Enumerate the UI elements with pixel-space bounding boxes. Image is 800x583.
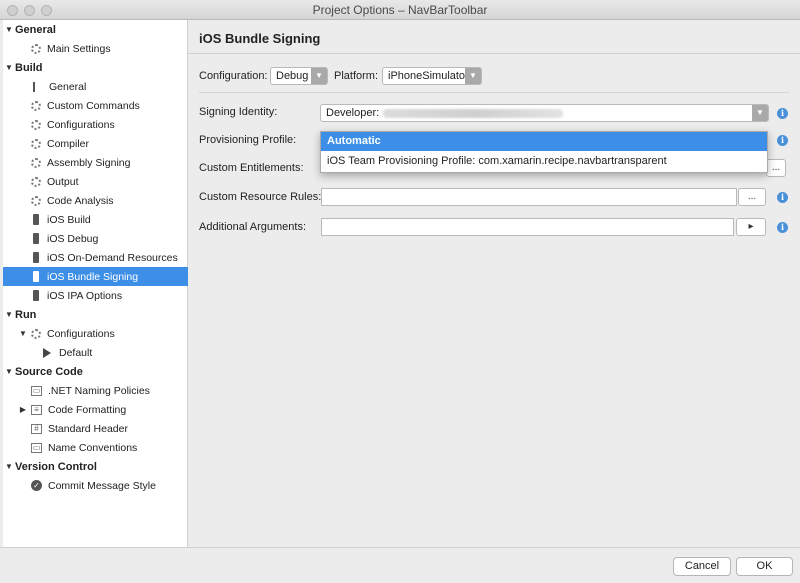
sidebar-item-run-configurations[interactable]: ▼ Configurations <box>3 324 188 343</box>
chevron-down-icon: ▼ <box>311 68 327 84</box>
sidebar-item-ios-ipa-options[interactable]: iOS IPA Options <box>3 286 188 305</box>
additional-arguments-menu-button[interactable]: ▸ <box>736 218 766 236</box>
play-icon <box>43 347 51 358</box>
gear-icon <box>31 176 41 187</box>
sidebar-item-ios-debug[interactable]: iOS Debug <box>3 229 188 248</box>
custom-resource-rules-label: Custom Resource Rules: <box>199 191 322 203</box>
general-icon <box>33 81 41 92</box>
sidebar-item-build-general[interactable]: General <box>3 77 188 96</box>
custom-entitlements-browse-button[interactable]: ... <box>766 159 786 177</box>
expanded-triangle-icon[interactable]: ▼ <box>3 63 15 72</box>
phone-icon <box>33 252 39 263</box>
ok-button[interactable]: OK <box>736 557 793 576</box>
sidebar-item-main-settings[interactable]: Main Settings <box>3 39 188 58</box>
sidebar-item-default[interactable]: Default <box>3 343 188 362</box>
sidebar-item-assembly-signing[interactable]: Assembly Signing <box>3 153 188 172</box>
sidebar-item-net-naming-policies[interactable]: ▭ .NET Naming Policies <box>3 381 188 400</box>
redacted-identity <box>383 108 564 118</box>
additional-arguments-label: Additional Arguments: <box>199 221 307 233</box>
sidebar-header-run[interactable]: ▼ Run <box>3 305 188 324</box>
phone-icon <box>33 214 39 225</box>
sidebar-item-ios-bundle-signing[interactable]: iOS Bundle Signing <box>3 267 188 286</box>
naming-icon: ▭ <box>31 385 42 396</box>
sidebar-item-custom-commands[interactable]: Custom Commands <box>3 96 188 115</box>
phone-icon <box>33 290 39 301</box>
sidebar-item-ios-build[interactable]: iOS Build <box>3 210 188 229</box>
info-icon[interactable]: i <box>777 192 788 203</box>
dialog-footer: Cancel OK <box>0 547 800 583</box>
signing-identity-label: Signing Identity: <box>199 106 278 118</box>
configuration-select[interactable]: Debug ▼ <box>270 67 328 85</box>
info-icon[interactable]: i <box>777 108 788 119</box>
expanded-triangle-icon[interactable]: ▼ <box>3 367 15 376</box>
chevron-down-icon: ▼ <box>752 105 768 121</box>
sidebar-item-code-formatting[interactable]: ▶ ≡ Code Formatting <box>3 400 188 419</box>
phone-icon <box>33 233 39 244</box>
sidebar: ▼ General Main Settings ▼ Build General Cu… <box>3 20 188 547</box>
dropdown-option-automatic[interactable]: Automatic <box>321 132 767 151</box>
sidebar-item-output[interactable]: Output <box>3 172 188 191</box>
configuration-label: Configuration: <box>199 70 268 82</box>
naming-icon: ▭ <box>31 442 42 453</box>
window-title: Project Options – NavBarToolbar <box>312 3 488 17</box>
section-divider <box>199 92 789 93</box>
signing-identity-select[interactable]: Developer: ▼ <box>320 104 769 122</box>
chevron-down-icon: ▼ <box>465 68 481 84</box>
title-divider <box>188 53 800 54</box>
dropdown-option-team-profile[interactable]: iOS Team Provisioning Profile: com.xamar… <box>321 152 767 171</box>
page-title: iOS Bundle Signing <box>199 31 321 46</box>
custom-resource-rules-input[interactable] <box>321 188 737 206</box>
custom-entitlements-label: Custom Entitlements: <box>199 162 304 174</box>
cancel-button[interactable]: Cancel <box>673 557 731 576</box>
expanded-triangle-icon[interactable]: ▼ <box>3 310 15 319</box>
additional-arguments-input[interactable] <box>321 218 734 236</box>
check-icon: ✓ <box>31 480 42 491</box>
hash-icon: # <box>31 423 42 434</box>
info-icon[interactable]: i <box>777 135 788 146</box>
sidebar-header-general[interactable]: ▼ General <box>3 20 188 39</box>
collapsed-triangle-icon[interactable]: ▶ <box>17 405 29 414</box>
custom-resource-rules-browse-button[interactable]: ... <box>738 188 766 206</box>
gear-icon <box>31 119 41 130</box>
title-bar: Project Options – NavBarToolbar <box>0 0 800 20</box>
gear-icon <box>31 328 41 339</box>
sidebar-header-version-control[interactable]: ▼ Version Control <box>3 457 188 476</box>
platform-select[interactable]: iPhoneSimulator ▼ <box>382 67 482 85</box>
info-icon[interactable]: i <box>777 222 788 233</box>
sidebar-header-source-code[interactable]: ▼ Source Code <box>3 362 188 381</box>
main-panel: iOS Bundle Signing Configuration: Debug … <box>188 20 800 547</box>
sidebar-item-name-conventions[interactable]: ▭ Name Conventions <box>3 438 188 457</box>
sidebar-item-ios-on-demand-resources[interactable]: iOS On-Demand Resources <box>3 248 188 267</box>
sidebar-item-standard-header[interactable]: # Standard Header <box>3 419 188 438</box>
sidebar-item-commit-message-style[interactable]: ✓ Commit Message Style <box>3 476 188 495</box>
sidebar-item-compiler[interactable]: Compiler <box>3 134 188 153</box>
gear-icon <box>31 100 41 111</box>
expanded-triangle-icon[interactable]: ▼ <box>3 462 15 471</box>
platform-label: Platform: <box>334 70 379 82</box>
gear-icon <box>31 157 41 168</box>
gear-icon <box>31 43 41 54</box>
gear-icon <box>31 195 41 206</box>
expanded-triangle-icon[interactable]: ▼ <box>3 25 15 34</box>
provisioning-profile-label: Provisioning Profile: <box>199 134 297 146</box>
formatting-icon: ≡ <box>31 404 42 415</box>
phone-icon <box>33 271 39 282</box>
gear-icon <box>31 138 41 149</box>
sidebar-header-build[interactable]: ▼ Build <box>3 58 188 77</box>
sidebar-item-configurations[interactable]: Configurations <box>3 115 188 134</box>
expanded-triangle-icon[interactable]: ▼ <box>17 329 29 338</box>
provisioning-profile-dropdown: Automatic iOS Team Provisioning Profile:… <box>320 131 768 173</box>
sidebar-item-code-analysis[interactable]: Code Analysis <box>3 191 188 210</box>
